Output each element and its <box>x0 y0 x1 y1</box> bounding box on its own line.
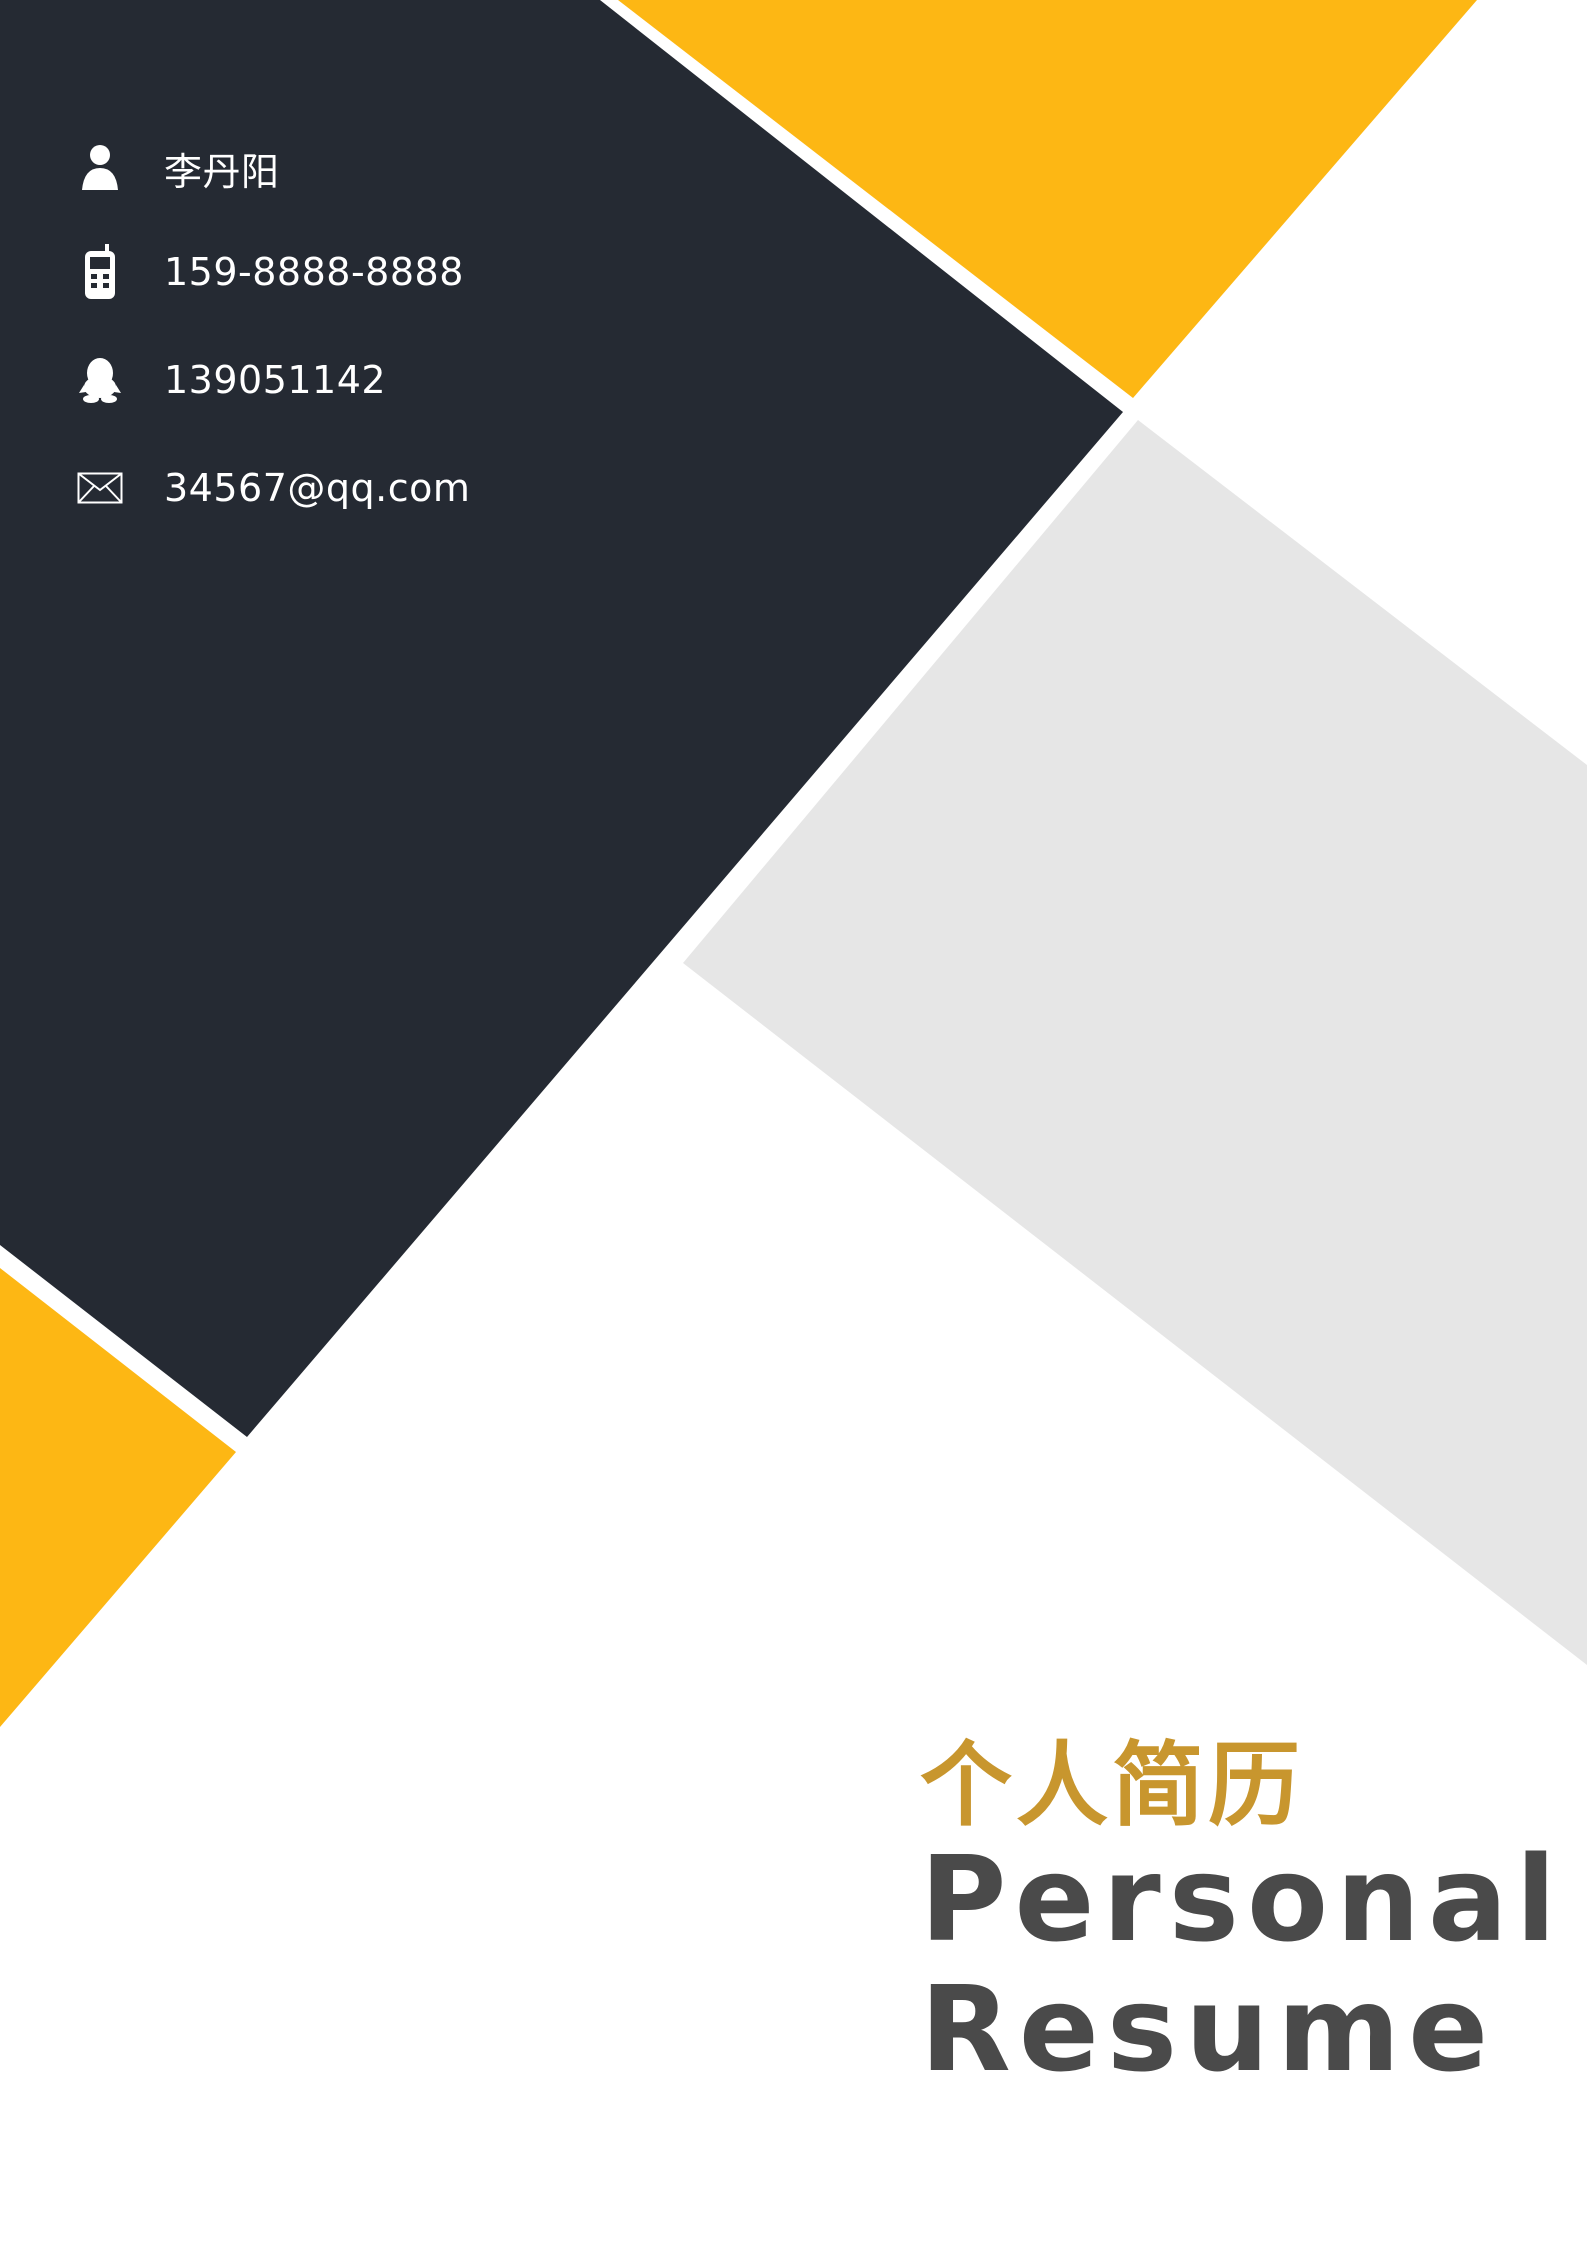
resume-cover-page: 李丹阳 159-8888-8888 139051142 34567@qq.com… <box>0 0 1587 2245</box>
contact-email: 34567@qq.com <box>164 466 471 510</box>
contact-qq: 139051142 <box>164 358 387 402</box>
qq-penguin-icon <box>72 352 128 408</box>
contact-name: 李丹阳 <box>164 149 280 194</box>
contact-phone-row: 159-8888-8888 <box>72 242 464 302</box>
title-chinese: 个人简历 <box>920 1732 1305 1839</box>
contact-phone: 159-8888-8888 <box>164 250 464 294</box>
contact-qq-row: 139051142 <box>72 350 386 410</box>
title-english-line2: Resume <box>920 1959 1497 2098</box>
title-english-line1: Personal <box>920 1830 1565 1968</box>
contact-email-row: 34567@qq.com <box>72 458 470 518</box>
envelope-icon <box>72 460 128 516</box>
person-icon <box>72 140 128 196</box>
resume-title-block: 个人简历 Personal Resume <box>920 1740 1564 2092</box>
contact-name-row: 李丹阳 <box>72 138 280 198</box>
mobile-phone-icon <box>72 244 128 300</box>
